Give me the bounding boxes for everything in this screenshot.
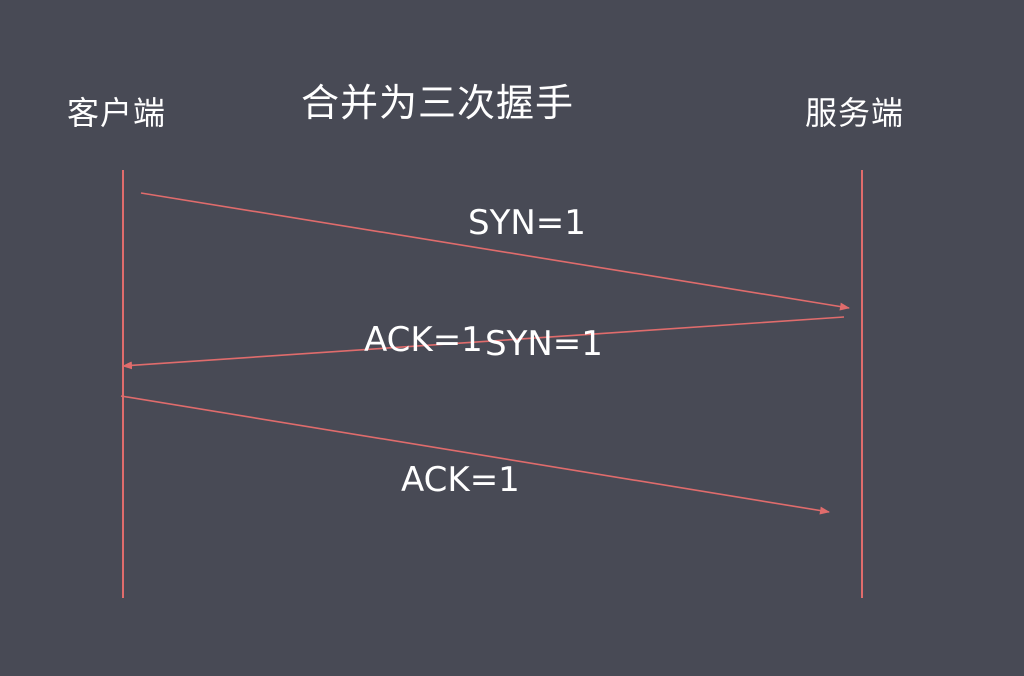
diagram-title: 合并为三次握手 xyxy=(301,81,575,125)
server-label: 服务端 xyxy=(805,94,905,132)
ack-message-label: ACK=1 xyxy=(401,460,520,500)
ack-syn-arrow xyxy=(122,316,845,370)
client-label: 客户端 xyxy=(67,94,167,132)
handshake-diagram: 客户端 合并为三次握手 服务端 SYN=1 ACK=1 SYN=1 ACK=1 xyxy=(0,0,1024,676)
syn-message-label: SYN=1 xyxy=(468,203,586,243)
ack-syn-message-label-ack: ACK=1 xyxy=(364,320,483,360)
ack-syn-message-label-syn: SYN=1 xyxy=(485,324,603,364)
